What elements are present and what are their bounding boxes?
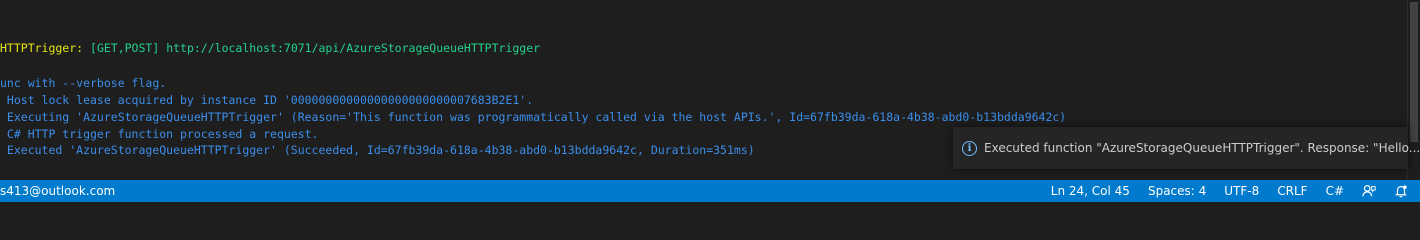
notifications-bell-icon[interactable] <box>1385 180 1420 202</box>
file-encoding[interactable]: UTF-8 <box>1215 180 1268 202</box>
log-line: Executing 'AzureStorageQueueHTTPTrigger'… <box>0 110 1067 124</box>
language-mode[interactable]: C# <box>1317 180 1353 202</box>
notification-message: Executed function "AzureStorageQueueHTTP… <box>984 141 1420 155</box>
trigger-methods: [GET,POST] <box>90 41 160 55</box>
http-trigger-line: HTTPTrigger: [GET,POST] http://localhost… <box>0 41 540 56</box>
scrollbar-thumb[interactable] <box>1410 2 1418 142</box>
indentation-spaces[interactable]: Spaces: 4 <box>1139 180 1215 202</box>
log-line: Executed 'AzureStorageQueueHTTPTrigger' … <box>0 143 755 157</box>
trigger-url[interactable]: http://localhost:7071/api/AzureStorageQu… <box>159 41 540 55</box>
cursor-position[interactable]: Ln 24, Col 45 <box>1042 180 1139 202</box>
notification-toast[interactable]: i Executed function "AzureStorageQueueHT… <box>953 127 1420 169</box>
log-line: Host lock lease acquired by instance ID … <box>0 93 534 107</box>
feedback-icon[interactable] <box>1353 180 1385 202</box>
trigger-name: HTTPTrigger: <box>0 41 91 55</box>
end-of-line[interactable]: CRLF <box>1268 180 1316 202</box>
log-line: unc with --verbose flag. <box>0 76 167 90</box>
info-icon: i <box>962 140 977 156</box>
log-line: C# HTTP trigger function processed a req… <box>0 127 319 141</box>
account-item[interactable]: s413@outlook.com <box>0 184 124 198</box>
status-bar: s413@outlook.com Ln 24, Col 45 Spaces: 4… <box>0 180 1420 202</box>
